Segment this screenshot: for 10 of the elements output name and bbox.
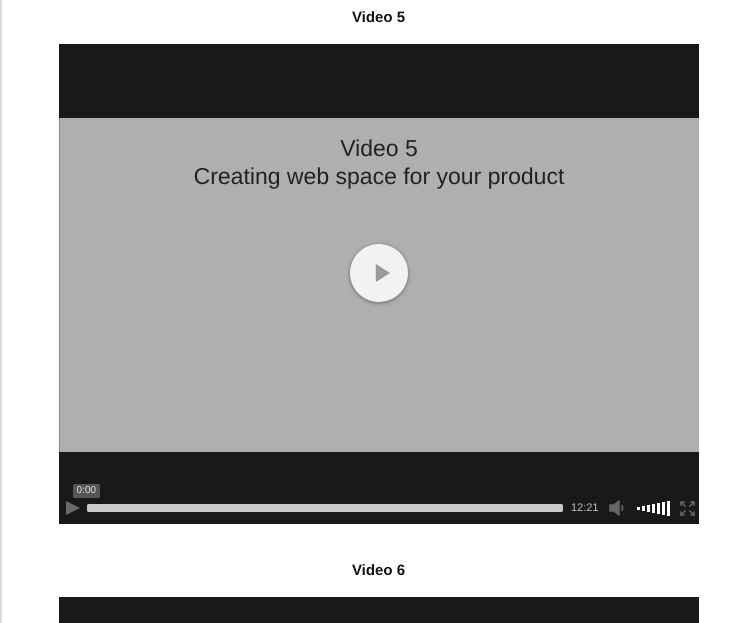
video-title: Creating web space for your product: [194, 162, 564, 190]
duration-text: 12:21: [570, 502, 598, 514]
video-heading: Video 5: [352, 8, 406, 28]
video-title: Video 5: [339, 134, 419, 162]
speaker-icon[interactable]: [608, 500, 626, 516]
play-button[interactable]: [350, 244, 408, 302]
play-icon[interactable]: [64, 500, 80, 516]
video-heading: Video 6: [352, 561, 406, 581]
time-tooltip: 0:00: [72, 484, 100, 498]
fullscreen-icon[interactable]: [680, 500, 694, 516]
